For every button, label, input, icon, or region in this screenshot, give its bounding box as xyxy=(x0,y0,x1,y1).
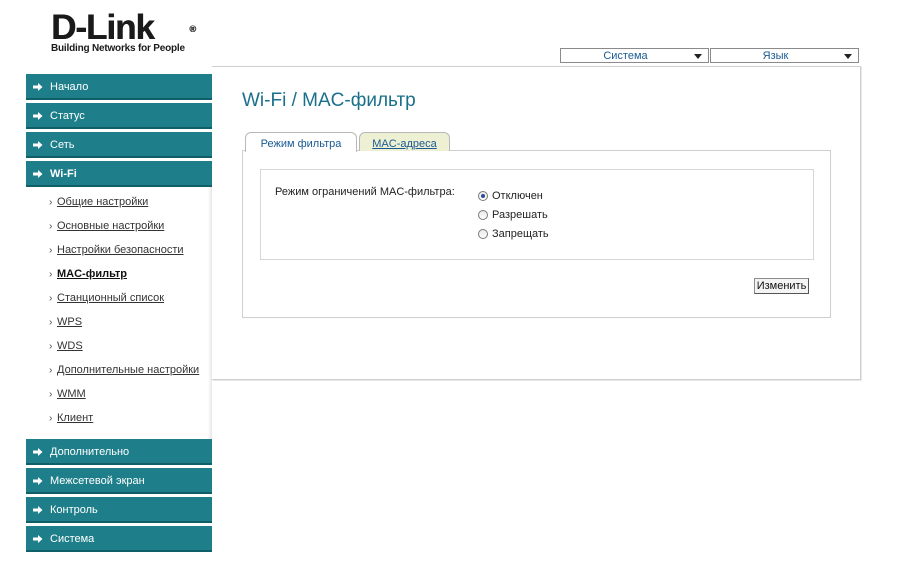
arrow-right-icon xyxy=(33,506,43,514)
arrow-right-icon xyxy=(33,83,43,91)
submenu-link[interactable]: Основные настройки xyxy=(57,220,164,232)
language-label: Язык xyxy=(762,50,789,62)
system-menu-select[interactable]: Система xyxy=(560,48,709,63)
sidebar-nav: Начало Статус Сеть Wi-Fi › Общие настрой… xyxy=(26,74,212,555)
chevron-down-icon xyxy=(694,54,702,59)
submenu-item-wmm: › WMM xyxy=(26,385,212,409)
bullet-icon: › xyxy=(49,269,53,280)
sidebar-item-network[interactable]: Сеть xyxy=(26,132,212,158)
sidebar-item-system[interactable]: Система xyxy=(26,526,212,552)
arrow-right-icon xyxy=(33,170,43,178)
bullet-icon: › xyxy=(49,413,53,424)
bullet-icon: › xyxy=(49,341,53,352)
submenu-link[interactable]: WPS xyxy=(57,316,82,328)
bullet-icon: › xyxy=(49,245,53,256)
submenu-item-advanced: › Дополнительные настройки xyxy=(26,361,212,385)
bullet-icon: › xyxy=(49,389,53,400)
dlink-logo: D-Link ® Building Networks for People xyxy=(51,8,196,54)
radio-button[interactable] xyxy=(478,229,488,239)
sidebar-item-label: Статус xyxy=(50,110,85,122)
sidebar-item-label: Межсетевой экран xyxy=(50,475,145,487)
bullet-icon: › xyxy=(49,293,53,304)
submenu-link[interactable]: WDS xyxy=(57,340,83,352)
submenu-link[interactable]: Настройки безопасности xyxy=(57,244,184,256)
radio-button[interactable] xyxy=(478,191,488,201)
radio-label: Отключен xyxy=(492,190,543,202)
submenu-item-mac-filter: › MAC-фильтр xyxy=(26,265,212,289)
radio-label: Запрещать xyxy=(492,228,549,240)
sidebar-item-label: Сеть xyxy=(50,139,75,151)
language-select[interactable]: Язык xyxy=(710,48,859,63)
submenu-item-wds: › WDS xyxy=(26,337,212,361)
submenu-item-general: › Общие настройки xyxy=(26,193,212,217)
submenu-item-security: › Настройки безопасности xyxy=(26,241,212,265)
submenu-link[interactable]: Общие настройки xyxy=(57,196,148,208)
submenu-link[interactable]: Дополнительные настройки xyxy=(57,364,199,376)
sidebar-item-firewall[interactable]: Межсетевой экран xyxy=(26,468,212,494)
submenu-item-station-list: › Станционный список xyxy=(26,289,212,313)
submenu-link[interactable]: MAC-фильтр xyxy=(57,268,127,280)
sidebar-item-control[interactable]: Контроль xyxy=(26,497,212,523)
system-menu-label: Система xyxy=(603,50,648,62)
tab-filter-mode[interactable]: Режим фильтра xyxy=(245,132,357,152)
radio-label: Разрешать xyxy=(492,209,548,221)
sidebar-item-label: Дополнительно xyxy=(50,446,130,458)
arrow-right-icon xyxy=(33,477,43,485)
logo-brand: D-Link ® xyxy=(51,8,196,47)
submenu-link[interactable]: Клиент xyxy=(57,412,93,424)
page-title: Wi-Fi / MAC-фильтр xyxy=(242,90,416,111)
sidebar-item-label: Контроль xyxy=(50,504,98,516)
tab-mac-addresses[interactable]: MAC-адреса xyxy=(359,132,450,151)
arrow-right-icon xyxy=(33,112,43,120)
submenu-item-wps: › WPS xyxy=(26,313,212,337)
submenu-item-client: › Клиент xyxy=(26,409,212,433)
arrow-right-icon xyxy=(33,448,43,456)
sidebar-item-label: Начало xyxy=(50,81,89,93)
submenu-item-basic: › Основные настройки xyxy=(26,217,212,241)
submenu-link[interactable]: Станционный список xyxy=(57,292,164,304)
bullet-icon: › xyxy=(49,221,53,232)
change-button[interactable]: Изменить xyxy=(754,278,809,294)
radio-button[interactable] xyxy=(478,210,488,220)
bullet-icon: › xyxy=(49,317,53,328)
sidebar-item-label: Wi-Fi xyxy=(50,168,77,180)
wifi-submenu: › Общие настройки › Основные настройки ›… xyxy=(26,187,212,439)
submenu-link[interactable]: WMM xyxy=(57,388,86,400)
sidebar-item-status[interactable]: Статус xyxy=(26,103,212,129)
arrow-right-icon xyxy=(33,141,43,149)
sidebar-item-home[interactable]: Начало xyxy=(26,74,212,100)
sidebar-item-additional[interactable]: Дополнительно xyxy=(26,439,212,465)
bullet-icon: › xyxy=(49,365,53,376)
sidebar-item-label: Система xyxy=(50,533,95,545)
sidebar-item-wifi[interactable]: Wi-Fi xyxy=(26,161,212,187)
filter-mode-label: Режим ограничений MAC-фильтра: xyxy=(275,186,455,198)
chevron-down-icon xyxy=(844,54,852,59)
arrow-right-icon xyxy=(33,535,43,543)
bullet-icon: › xyxy=(49,197,53,208)
